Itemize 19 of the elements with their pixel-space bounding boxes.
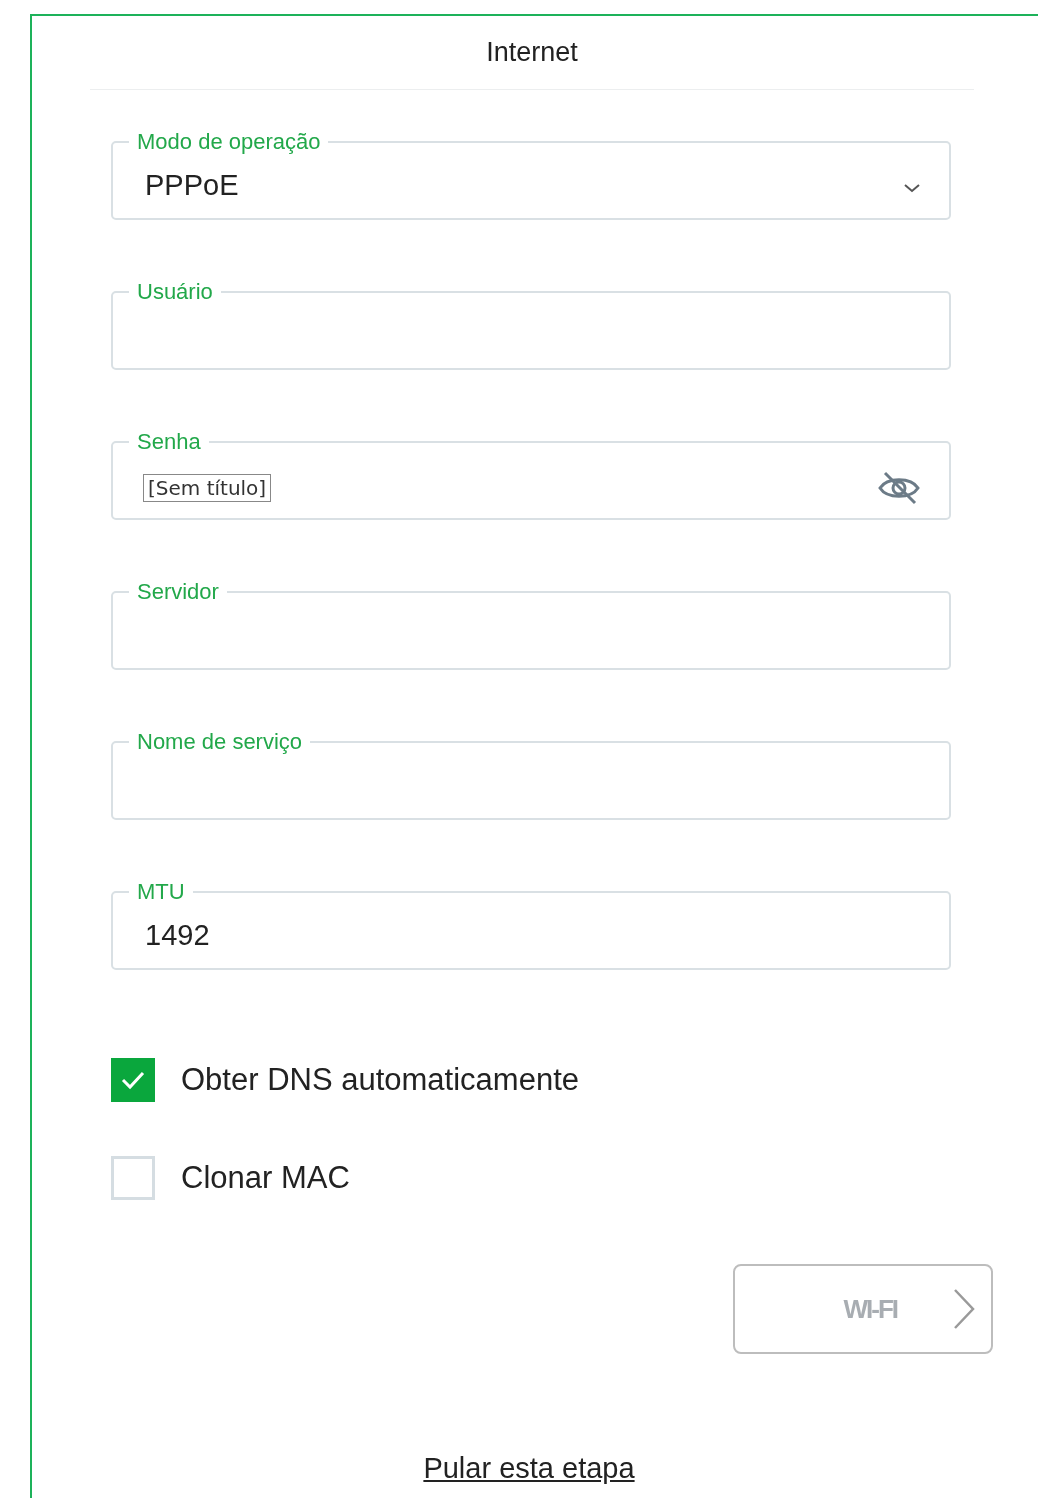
checkbox-label: Obter DNS automaticamente bbox=[181, 1062, 579, 1098]
field-label: MTU bbox=[136, 878, 186, 906]
field-label: Servidor bbox=[136, 578, 220, 606]
checkbox-label: Clonar MAC bbox=[181, 1160, 350, 1196]
chevron-down-icon bbox=[903, 183, 921, 193]
field-value: PPPoE bbox=[145, 168, 240, 203]
chevron-right-icon bbox=[953, 1288, 975, 1330]
field-label: Senha bbox=[136, 428, 202, 456]
checkbox[interactable] bbox=[111, 1058, 155, 1102]
checkbox[interactable] bbox=[111, 1156, 155, 1200]
field-label: Usuário bbox=[136, 278, 214, 306]
check-icon bbox=[120, 1070, 146, 1090]
eye-off-icon[interactable] bbox=[877, 470, 921, 506]
field-label: Nome de serviço bbox=[136, 728, 304, 756]
page-title: Internet bbox=[486, 37, 578, 68]
skip-link[interactable]: Pular esta etapa bbox=[423, 1452, 635, 1485]
field-value: 1492 bbox=[145, 918, 211, 953]
field-label: Modo de operação bbox=[136, 128, 322, 156]
tooltip: [Sem título] bbox=[143, 474, 272, 502]
